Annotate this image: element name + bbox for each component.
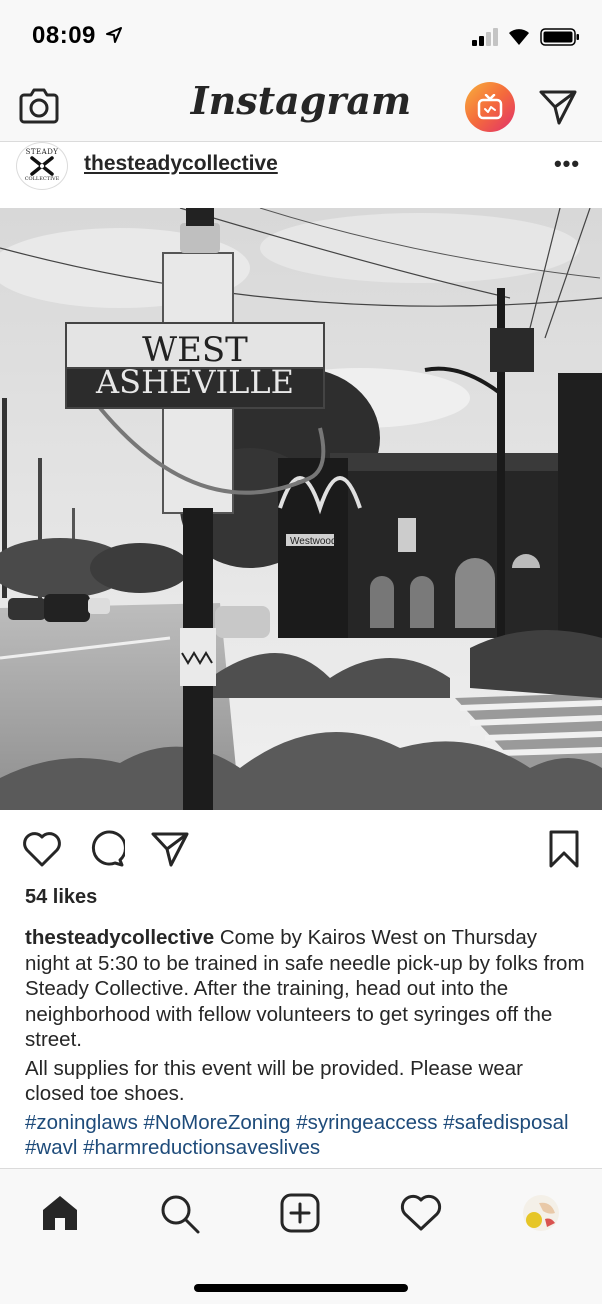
- top-navigation-bar: Instagram: [0, 72, 602, 142]
- post-author-avatar[interactable]: STEADY COLLECTIVE: [16, 142, 68, 190]
- caption-paragraph-1: thesteadycollective Come by Kairos West …: [25, 925, 585, 1053]
- crossed-syringes-logo: [30, 156, 54, 176]
- profile-avatar[interactable]: [521, 1193, 561, 1233]
- like-heart-icon[interactable]: [22, 830, 62, 868]
- direct-message-icon[interactable]: [538, 88, 578, 126]
- caption-username[interactable]: thesteadycollective: [25, 926, 214, 949]
- post-caption: thesteadycollective Come by Kairos West …: [25, 925, 585, 1164]
- igtv-button[interactable]: [465, 82, 515, 132]
- likes-count[interactable]: 54 likes: [25, 886, 97, 909]
- search-icon[interactable]: [159, 1193, 201, 1235]
- caption-hashtags[interactable]: #zoninglaws #NoMoreZoning #syringeaccess…: [25, 1110, 585, 1161]
- battery-icon: [540, 28, 579, 46]
- westwood-sign-text: Westwood: [290, 536, 337, 547]
- post-header: STEADY COLLECTIVE thesteadycollective ••…: [0, 142, 602, 208]
- status-bar: 08:09: [0, 0, 602, 72]
- caption-paragraph-2: All supplies for this event will be prov…: [25, 1056, 523, 1106]
- share-icon[interactable]: [150, 830, 190, 868]
- comment-icon[interactable]: [87, 830, 125, 868]
- new-post-icon[interactable]: [280, 1193, 320, 1233]
- igtv-icon: [477, 94, 503, 120]
- home-icon[interactable]: [40, 1193, 80, 1233]
- more-options-icon[interactable]: •••: [552, 153, 582, 175]
- avatar-logo-text-bottom: COLLECTIVE: [24, 176, 60, 182]
- home-indicator[interactable]: [194, 1284, 408, 1292]
- bookmark-icon[interactable]: [548, 830, 580, 868]
- status-time: 08:09: [32, 22, 96, 49]
- activity-heart-icon[interactable]: [400, 1193, 442, 1233]
- sign-line-asheville: ASHEVILLE: [95, 363, 294, 401]
- post-username[interactable]: thesteadycollective: [84, 152, 278, 176]
- location-arrow-icon: [106, 27, 122, 43]
- avatar-logo-text-top: STEADY: [25, 148, 59, 156]
- post-photo: Westwood WEST ASHEVILLE: [0, 208, 602, 810]
- post-actions: [0, 810, 602, 888]
- wifi-icon: [509, 29, 529, 45]
- cellular-signal-icon: [472, 28, 498, 46]
- post-image[interactable]: Westwood WEST ASHEVILLE: [0, 208, 602, 810]
